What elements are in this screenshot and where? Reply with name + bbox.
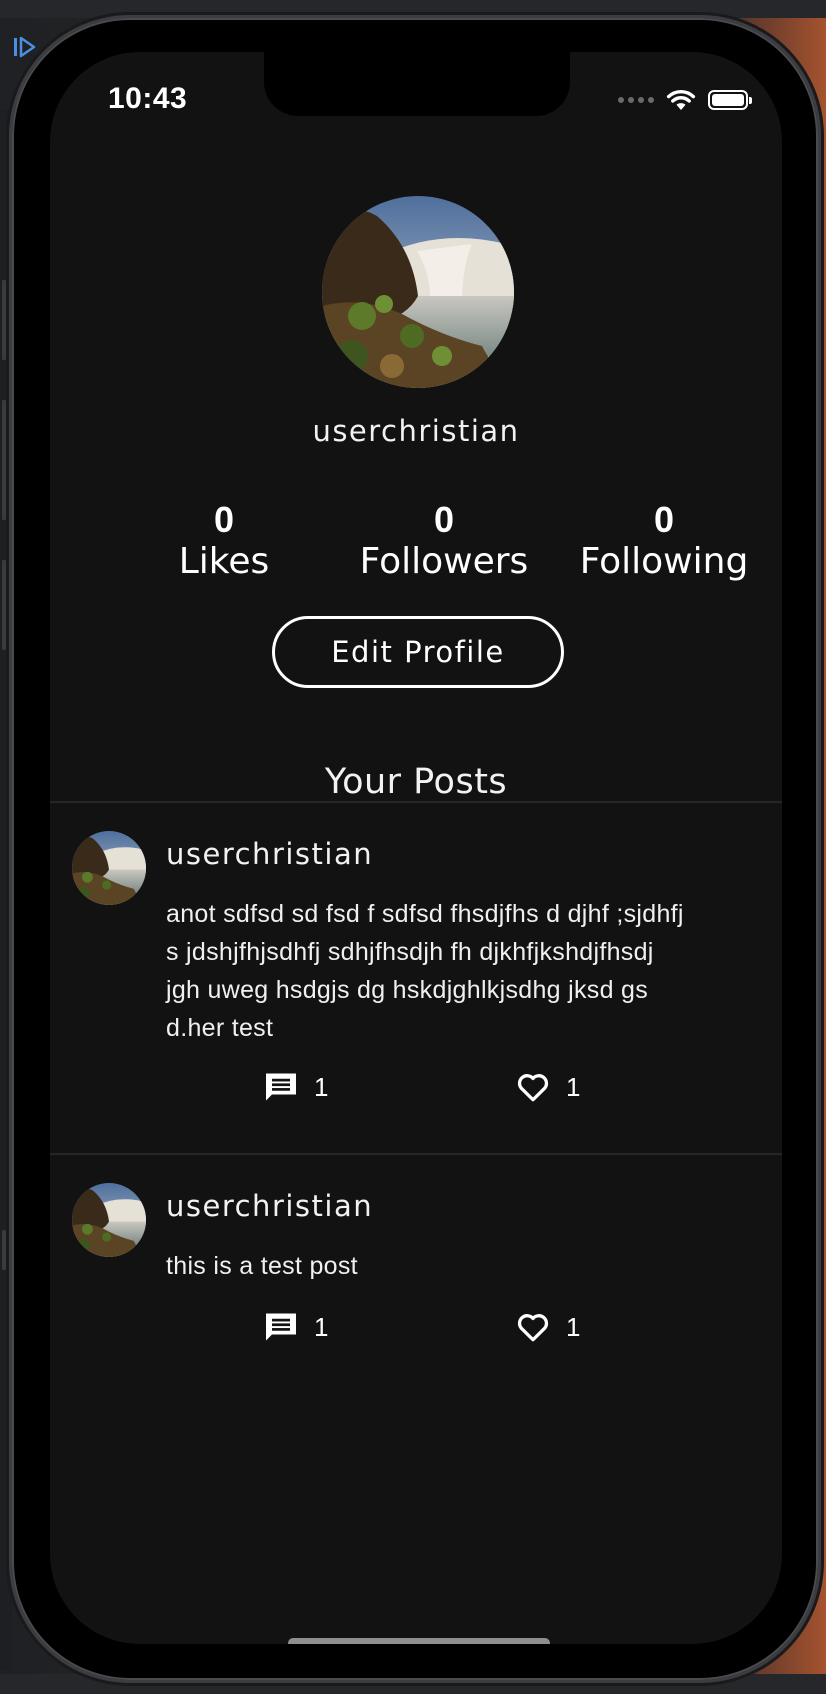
like-count: 1 <box>566 1071 581 1102</box>
like-action[interactable]: 1 <box>514 1309 580 1345</box>
comment-action[interactable]: 1 <box>262 1069 328 1105</box>
stat-label: Likes <box>178 541 270 582</box>
stat-count: 0 <box>653 499 675 540</box>
comment-count: 1 <box>314 1071 329 1102</box>
ide-side-panel <box>0 110 12 1670</box>
status-time: 10:43 <box>108 82 188 115</box>
run-debug-icon[interactable] <box>12 34 38 60</box>
waterfall-landscape-image <box>322 196 514 388</box>
post-text: anot sdfsd sd fsd f sdfsd fhsdjfhs d djh… <box>166 900 684 1042</box>
stat-likes[interactable]: 0 Likes <box>114 500 334 584</box>
edit-profile-button[interactable]: Edit Profile <box>272 616 564 688</box>
post-item[interactable]: userchristian anot sdfsd sd fsd f sdfsd … <box>50 803 782 1153</box>
app-screen: 10:43 userchristian 0 Likes 0 Followers … <box>50 52 782 1644</box>
profile-username: userchristian <box>312 414 520 448</box>
waterfall-landscape-image <box>72 1183 146 1257</box>
wifi-icon <box>666 89 696 110</box>
iphone-frame: 10:43 userchristian 0 Likes 0 Followers … <box>12 18 818 1680</box>
stat-following[interactable]: 0 Following <box>554 500 774 584</box>
battery-icon <box>708 90 752 110</box>
ide-toolbar <box>0 0 826 18</box>
post-username[interactable]: userchristian <box>166 1189 373 1223</box>
stat-count: 0 <box>213 499 235 540</box>
comment-icon <box>266 1313 296 1341</box>
heart-icon <box>517 1314 549 1342</box>
stat-label: Followers <box>359 541 529 582</box>
signal-dots-icon <box>618 97 654 103</box>
post-avatar[interactable] <box>72 831 146 905</box>
your-posts-heading: Your Posts <box>324 762 508 802</box>
heart-icon <box>517 1074 549 1102</box>
status-icons <box>618 88 752 112</box>
profile-avatar[interactable] <box>322 196 514 388</box>
post-item[interactable]: userchristian this is a test post 1 1 <box>50 1155 782 1385</box>
comment-action[interactable]: 1 <box>262 1309 328 1345</box>
stat-count: 0 <box>433 499 455 540</box>
home-indicator[interactable] <box>288 1638 550 1644</box>
stat-label: Following <box>579 541 749 582</box>
stat-followers[interactable]: 0 Followers <box>334 500 554 584</box>
waterfall-landscape-image <box>72 831 146 905</box>
like-action[interactable]: 1 <box>514 1069 580 1105</box>
post-text: this is a test post <box>166 1252 358 1280</box>
comment-icon <box>266 1073 296 1101</box>
post-username[interactable]: userchristian <box>166 837 373 871</box>
notch <box>264 52 570 116</box>
like-count: 1 <box>566 1311 581 1342</box>
post-avatar[interactable] <box>72 1183 146 1257</box>
comment-count: 1 <box>314 1311 329 1342</box>
